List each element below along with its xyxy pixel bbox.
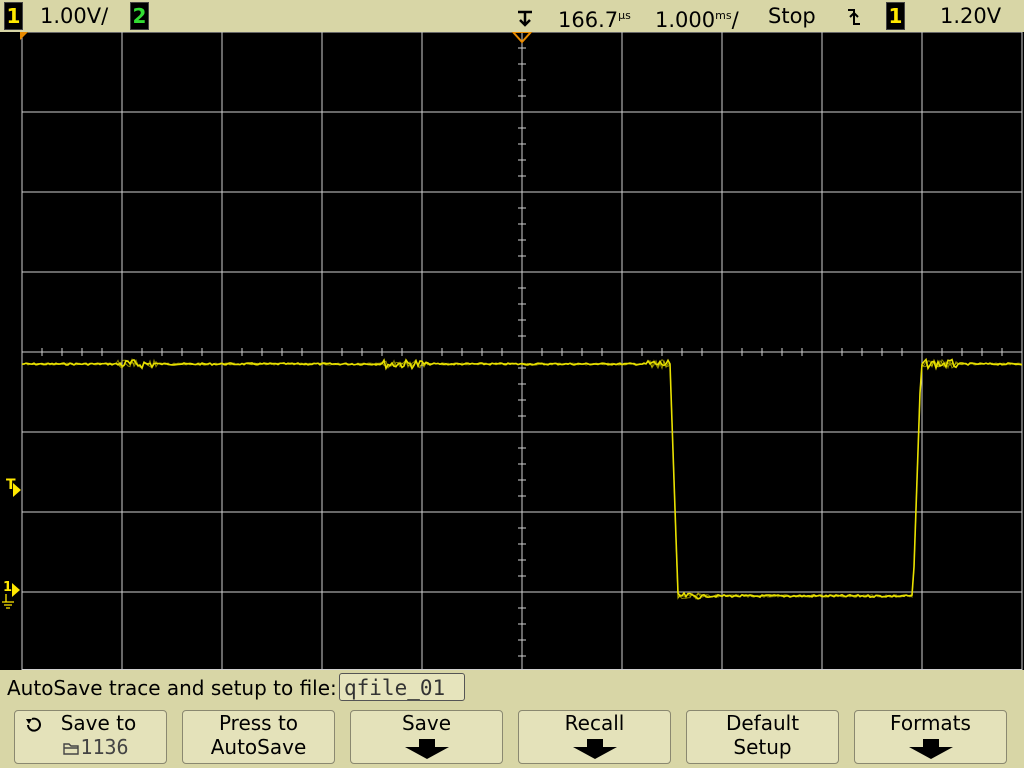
- default-setup-button[interactable]: Default Setup: [686, 710, 839, 764]
- recall-button[interactable]: Recall: [518, 710, 671, 764]
- save-to-button[interactable]: Save to 1136: [14, 710, 167, 764]
- trigger-delay: 166.7µs: [558, 3, 631, 33]
- channel-2-indicator[interactable]: 2: [130, 2, 149, 30]
- channel-1-ground-arrow-icon: [12, 583, 20, 597]
- down-arrow-icon: [572, 739, 617, 759]
- channel-1-indicator[interactable]: 1: [4, 2, 23, 30]
- trigger-source-indicator[interactable]: 1: [886, 2, 905, 30]
- channel-1-ground-label: 1: [3, 580, 12, 595]
- folder-icon: [63, 743, 80, 755]
- trigger-level-marker[interactable]: T: [6, 477, 21, 497]
- filename-field[interactable]: qfile_01: [339, 673, 465, 701]
- run-state: Stop: [768, 4, 816, 28]
- down-arrow-icon: [908, 739, 953, 759]
- graticule: T 1: [2, 32, 1023, 670]
- trigger-delay-icon: [518, 10, 532, 27]
- timebase-unit: ms: [715, 9, 732, 22]
- save-to-location-text: 1136: [80, 735, 129, 759]
- recall-label: Recall: [564, 711, 625, 735]
- default-setup-label-1: Default: [725, 711, 800, 735]
- save-to-location: 1136: [15, 735, 166, 760]
- channel-1-scale: 1.00V/: [40, 4, 109, 28]
- trigger-delay-unit: µs: [618, 9, 631, 22]
- timebase: 1.000ms/: [655, 3, 739, 33]
- timebase-suffix: /: [731, 8, 739, 32]
- down-arrow-icon: [404, 739, 449, 759]
- softkey-menu: AutoSave trace and setup to file: qfile_…: [0, 670, 1024, 768]
- left-edge-marker-icon: [20, 32, 28, 40]
- falling-edge-icon: [848, 9, 860, 25]
- save-to-label: Save to: [60, 711, 137, 735]
- press-to-autosave-button[interactable]: Press to AutoSave: [182, 710, 335, 764]
- autosave-prompt: AutoSave trace and setup to file:: [7, 676, 337, 700]
- timebase-value: 1.000: [655, 8, 716, 32]
- save-button[interactable]: Save: [350, 710, 503, 764]
- formats-label: Formats: [890, 711, 971, 735]
- save-label: Save: [401, 711, 452, 735]
- default-setup-label-2: Setup: [733, 735, 792, 759]
- trigger-delay-value: 166.7: [558, 8, 619, 32]
- press-to-autosave-label-2: AutoSave: [210, 735, 307, 759]
- trigger-level: 1.20V: [940, 4, 1002, 28]
- status-bar: 1 1.00V/ 2 166.7µs 1.000ms/ Stop 1 1.20V: [0, 0, 1024, 32]
- trigger-level-arrow-icon: [13, 483, 21, 497]
- formats-button[interactable]: Formats: [854, 710, 1007, 764]
- channel-1-ground-marker[interactable]: 1: [2, 580, 20, 609]
- press-to-autosave-label-1: Press to: [218, 711, 299, 735]
- waveform-display: T 1: [0, 32, 1024, 670]
